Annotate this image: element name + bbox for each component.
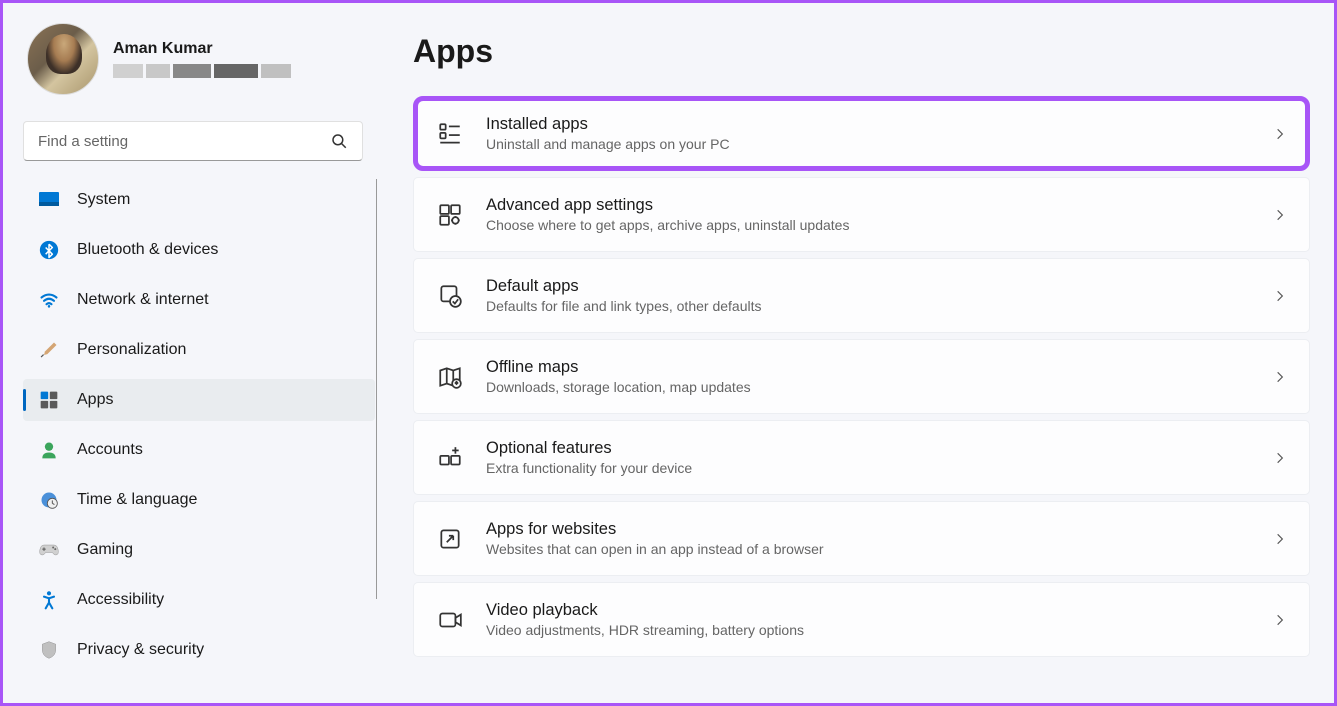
- chevron-right-icon: [1273, 370, 1287, 384]
- sidebar-item-apps[interactable]: Apps: [23, 379, 375, 421]
- profile-section[interactable]: Aman Kumar: [23, 23, 383, 95]
- page-title: Apps: [413, 33, 1310, 70]
- card-desc: Choose where to get apps, archive apps, …: [486, 217, 1273, 233]
- card-optional-features[interactable]: Optional features Extra functionality fo…: [413, 420, 1310, 495]
- system-icon: [39, 190, 59, 210]
- nav-label: System: [77, 191, 130, 209]
- card-desc: Extra functionality for your device: [486, 460, 1273, 476]
- card-desc: Downloads, storage location, map updates: [486, 379, 1273, 395]
- sidebar-item-gaming[interactable]: Gaming: [23, 529, 375, 571]
- person-icon: [39, 440, 59, 460]
- bluetooth-icon: [39, 240, 59, 260]
- chevron-right-icon: [1273, 451, 1287, 465]
- map-icon: [436, 363, 464, 391]
- chevron-right-icon: [1273, 532, 1287, 546]
- card-advanced-app-settings[interactable]: Advanced app settings Choose where to ge…: [413, 177, 1310, 252]
- card-apps-for-websites[interactable]: Apps for websites Websites that can open…: [413, 501, 1310, 576]
- profile-name: Aman Kumar: [113, 40, 291, 58]
- card-title: Video playback: [486, 601, 1273, 620]
- card-desc: Video adjustments, HDR streaming, batter…: [486, 622, 1273, 638]
- card-title: Advanced app settings: [486, 196, 1273, 215]
- card-desc: Uninstall and manage apps on your PC: [486, 136, 1273, 152]
- nav-label: Personalization: [77, 341, 186, 359]
- card-title: Apps for websites: [486, 520, 1273, 539]
- shield-icon: [39, 640, 59, 660]
- card-desc: Websites that can open in an app instead…: [486, 541, 1273, 557]
- advanced-settings-icon: [436, 201, 464, 229]
- sidebar-item-privacy[interactable]: Privacy & security: [23, 629, 375, 671]
- nav-label: Apps: [77, 391, 113, 409]
- chevron-right-icon: [1273, 289, 1287, 303]
- chevron-right-icon: [1273, 613, 1287, 627]
- video-icon: [436, 606, 464, 634]
- nav-label: Privacy & security: [77, 641, 204, 659]
- card-offline-maps[interactable]: Offline maps Downloads, storage location…: [413, 339, 1310, 414]
- sidebar-item-accessibility[interactable]: Accessibility: [23, 579, 375, 621]
- card-desc: Defaults for file and link types, other …: [486, 298, 1273, 314]
- sidebar-item-personalization[interactable]: Personalization: [23, 329, 375, 371]
- card-installed-apps[interactable]: Installed apps Uninstall and manage apps…: [413, 96, 1310, 171]
- gamepad-icon: [39, 540, 59, 560]
- sidebar-item-time[interactable]: Time & language: [23, 479, 375, 521]
- sidebar-item-network[interactable]: Network & internet: [23, 279, 375, 321]
- sidebar: Aman Kumar System: [3, 3, 383, 703]
- optional-features-icon: [436, 444, 464, 472]
- apps-websites-icon: [436, 525, 464, 553]
- accessibility-icon: [39, 590, 59, 610]
- clock-globe-icon: [39, 490, 59, 510]
- nav-label: Accessibility: [77, 591, 164, 609]
- card-default-apps[interactable]: Default apps Defaults for file and link …: [413, 258, 1310, 333]
- search-icon: [330, 132, 348, 150]
- sidebar-item-bluetooth[interactable]: Bluetooth & devices: [23, 229, 375, 271]
- nav-label: Accounts: [77, 441, 143, 459]
- card-video-playback[interactable]: Video playback Video adjustments, HDR st…: [413, 582, 1310, 657]
- apps-icon: [39, 390, 59, 410]
- sidebar-item-system[interactable]: System: [23, 179, 375, 221]
- paintbrush-icon: [39, 340, 59, 360]
- nav-label: Time & language: [77, 491, 197, 509]
- nav-label: Gaming: [77, 541, 133, 559]
- card-title: Installed apps: [486, 115, 1273, 134]
- installed-apps-icon: [436, 120, 464, 148]
- search-box[interactable]: [23, 121, 363, 161]
- search-input[interactable]: [38, 133, 330, 150]
- wifi-icon: [39, 290, 59, 310]
- chevron-right-icon: [1273, 208, 1287, 222]
- nav-label: Bluetooth & devices: [77, 241, 218, 259]
- card-title: Optional features: [486, 439, 1273, 458]
- nav-list: System Bluetooth & devices Network & int…: [23, 179, 383, 683]
- card-title: Offline maps: [486, 358, 1273, 377]
- avatar: [27, 23, 99, 95]
- scrollbar-track[interactable]: [376, 179, 377, 599]
- profile-email-redacted: [113, 64, 291, 78]
- default-apps-icon: [436, 282, 464, 310]
- chevron-right-icon: [1273, 127, 1287, 141]
- sidebar-item-accounts[interactable]: Accounts: [23, 429, 375, 471]
- main-content: Apps Installed apps Uninstall and manage…: [383, 3, 1334, 703]
- card-title: Default apps: [486, 277, 1273, 296]
- nav-label: Network & internet: [77, 291, 209, 309]
